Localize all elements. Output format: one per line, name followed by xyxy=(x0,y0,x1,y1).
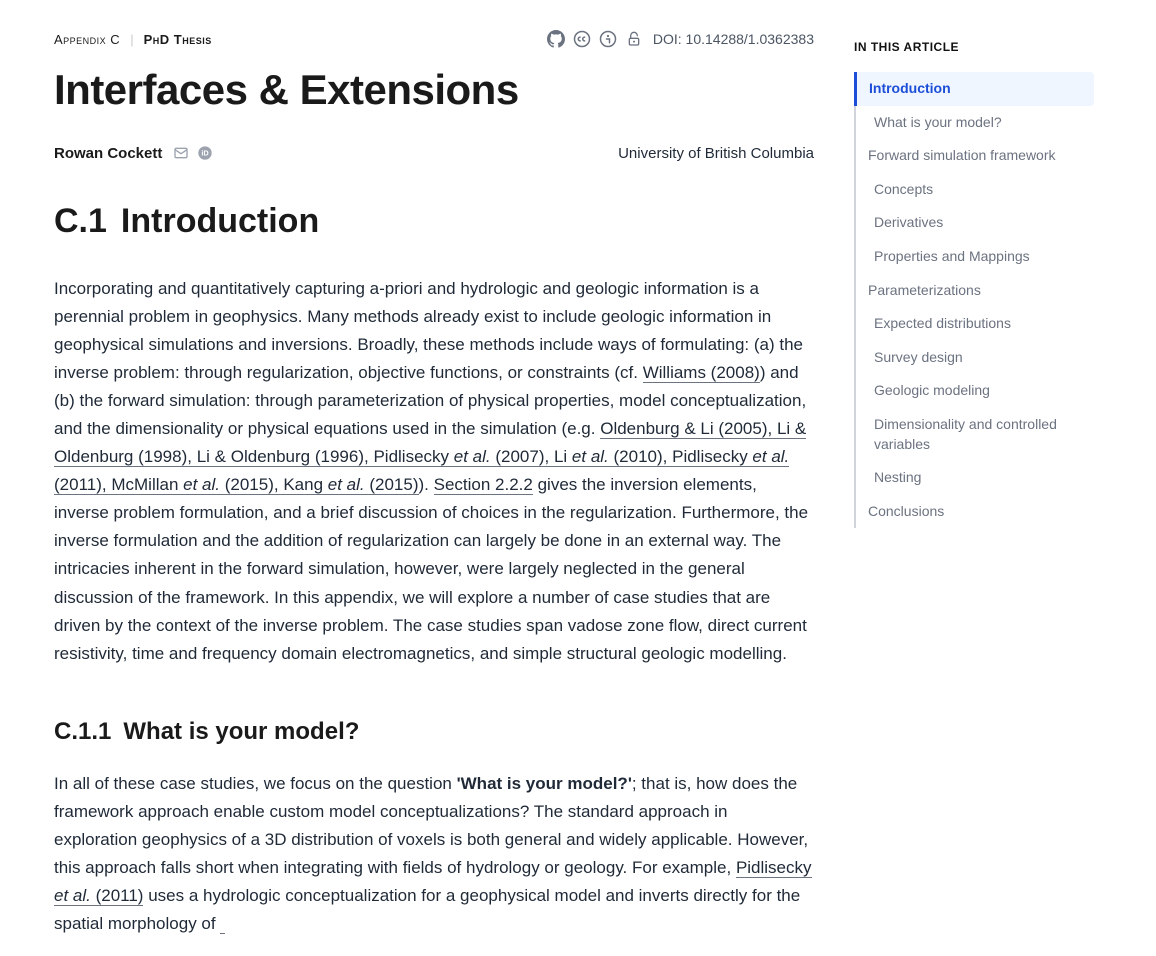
toc-sidebar: IN THIS ARTICLE IntroductionWhat is your… xyxy=(854,30,1094,956)
section-num: C.1 xyxy=(54,202,107,240)
ref-williams-2008[interactable]: Williams (2008) xyxy=(643,363,760,383)
github-icon[interactable] xyxy=(547,30,565,48)
open-access-icon[interactable] xyxy=(625,30,643,48)
sep: , xyxy=(102,475,111,494)
breadcrumb-appendix[interactable]: Appendix C xyxy=(54,32,120,47)
intro-paragraph: Incorporating and quantitatively capturi… xyxy=(54,275,814,668)
breadcrumb-right: DOI: 10.14288/1.0362383 xyxy=(547,30,814,48)
ref-text: (2007) xyxy=(491,447,545,466)
section-title: Introduction xyxy=(121,202,319,240)
ref-continuation[interactable] xyxy=(220,914,225,934)
subsection-num: C.1.1 xyxy=(54,718,111,745)
sep: , xyxy=(663,447,672,466)
breadcrumb-bar: Appendix C | PhD Thesis DOI: 10.14288/1.… xyxy=(54,30,814,48)
ref-text: (2015) xyxy=(220,475,274,494)
toc-item[interactable]: Forward simulation framework xyxy=(856,139,1094,173)
toc-item[interactable]: What is your model? xyxy=(856,106,1094,140)
ref-text: (2011) xyxy=(91,886,144,905)
page-title: Interfaces & Extensions xyxy=(54,66,814,114)
ref-text: Li & Oldenburg (1996) xyxy=(197,447,364,466)
byline: Rowan Cockett iD University of British C… xyxy=(54,144,814,162)
toc-item[interactable]: Survey design xyxy=(856,341,1094,375)
breadcrumb-left: Appendix C | PhD Thesis xyxy=(54,32,212,47)
ref-text: (2011) xyxy=(54,475,102,494)
ref-text: Li xyxy=(554,447,572,466)
text-fragment: gives the inversion elements, inverse pr… xyxy=(54,475,808,662)
text-fragment: uses a hydrologic conceptualization for … xyxy=(54,886,800,933)
author-icons: iD xyxy=(172,144,214,162)
text-fragment: In all of these case studies, we focus o… xyxy=(54,774,457,793)
ref-text: McMillan xyxy=(111,475,183,494)
ref-text: Oldenburg & Li (2005) xyxy=(600,419,767,438)
attribution-icon[interactable] xyxy=(599,30,617,48)
etal: et al. xyxy=(54,886,91,905)
svg-text:iD: iD xyxy=(202,149,209,158)
toc-item[interactable]: Introduction xyxy=(854,72,1094,106)
ref-text: Pidlisecky xyxy=(736,858,812,877)
toc-nav: IntroductionWhat is your model?Forward s… xyxy=(854,72,1094,528)
ref-text: Pidlisecky xyxy=(672,447,752,466)
toc-item[interactable]: Concepts xyxy=(856,173,1094,207)
author-name[interactable]: Rowan Cockett xyxy=(54,145,162,162)
subsection-heading-c11: C.1.1 What is your model? xyxy=(54,718,814,746)
etal: et al. xyxy=(328,475,365,494)
sep: , xyxy=(187,447,196,466)
header-icons xyxy=(547,30,643,48)
text-fragment: ). xyxy=(419,475,434,494)
main-content: Appendix C | PhD Thesis DOI: 10.14288/1.… xyxy=(54,30,814,956)
etal: et al. xyxy=(572,447,609,466)
toc-item[interactable]: Conclusions xyxy=(856,495,1094,529)
toc-item[interactable]: Nesting xyxy=(856,461,1094,495)
etal: et al. xyxy=(454,447,491,466)
affiliation: University of British Columbia xyxy=(618,145,814,162)
email-icon[interactable] xyxy=(172,144,190,162)
sep: , xyxy=(545,447,554,466)
subsection-paragraph: In all of these case studies, we focus o… xyxy=(54,770,814,938)
breadcrumb-thesis[interactable]: PhD Thesis xyxy=(144,32,212,47)
sep: , xyxy=(274,475,283,494)
bold-question: 'What is your model?' xyxy=(457,774,632,793)
orcid-icon[interactable]: iD xyxy=(196,144,214,162)
etal: et al. xyxy=(752,447,789,466)
etal: et al. xyxy=(183,475,220,494)
toc-heading: IN THIS ARTICLE xyxy=(854,40,1094,54)
toc-item[interactable]: Properties and Mappings xyxy=(856,240,1094,274)
section-heading-c1: C.1 Introduction xyxy=(54,202,814,241)
ref-section-222[interactable]: Section 2.2.2 xyxy=(434,475,533,495)
ref-text: Pidlisecky xyxy=(373,447,453,466)
byline-left: Rowan Cockett iD xyxy=(54,144,214,162)
subsection-title: What is your model? xyxy=(123,718,359,745)
breadcrumb-sep: | xyxy=(130,32,133,47)
toc-item[interactable]: Expected distributions xyxy=(856,307,1094,341)
sep: , xyxy=(768,419,777,438)
doi-text[interactable]: DOI: 10.14288/1.0362383 xyxy=(653,31,814,47)
ref-text: (2015) xyxy=(365,475,419,494)
ref-text: Kang xyxy=(283,475,327,494)
toc-item[interactable]: Parameterizations xyxy=(856,274,1094,308)
toc-item[interactable]: Dimensionality and controlled variables xyxy=(856,408,1094,461)
ref-text: (2010) xyxy=(609,447,663,466)
toc-item[interactable]: Geologic modeling xyxy=(856,374,1094,408)
cc-icon[interactable] xyxy=(573,30,591,48)
toc-item[interactable]: Derivatives xyxy=(856,206,1094,240)
